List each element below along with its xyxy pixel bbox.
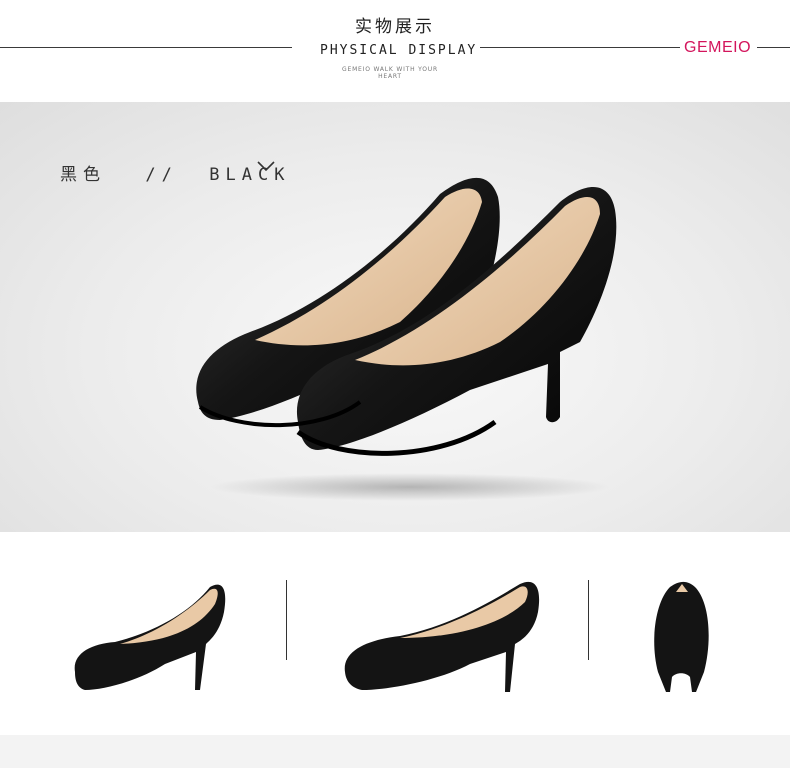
page-header: 实物展示 PHYSICAL DISPLAY GEMEIO WALK WITH Y… [0, 0, 790, 102]
section-title-cn: 实物展示 [355, 17, 435, 37]
section-title-en: PHYSICAL DISPLAY [320, 43, 478, 58]
hero-product-photo: 黑色 // BLACK [0, 102, 790, 532]
thumbnail-row [0, 532, 790, 768]
header-rule-middle [480, 47, 680, 48]
rear-view-photo [654, 581, 709, 692]
header-rule-right [757, 47, 790, 48]
three-quarter-view-photo [344, 581, 540, 692]
footer-strip [0, 735, 790, 768]
side-view-photo [74, 584, 226, 690]
pair-of-black-pumps-photo [196, 177, 617, 501]
header-rule-left [0, 47, 292, 48]
thumbnail-divider-2 [588, 580, 589, 660]
section-subtitle: GEMEIO WALK WITH YOUR HEART [342, 66, 438, 80]
brand-logo: GEMEIO [684, 39, 752, 56]
thumbnail-divider-1 [286, 580, 287, 660]
